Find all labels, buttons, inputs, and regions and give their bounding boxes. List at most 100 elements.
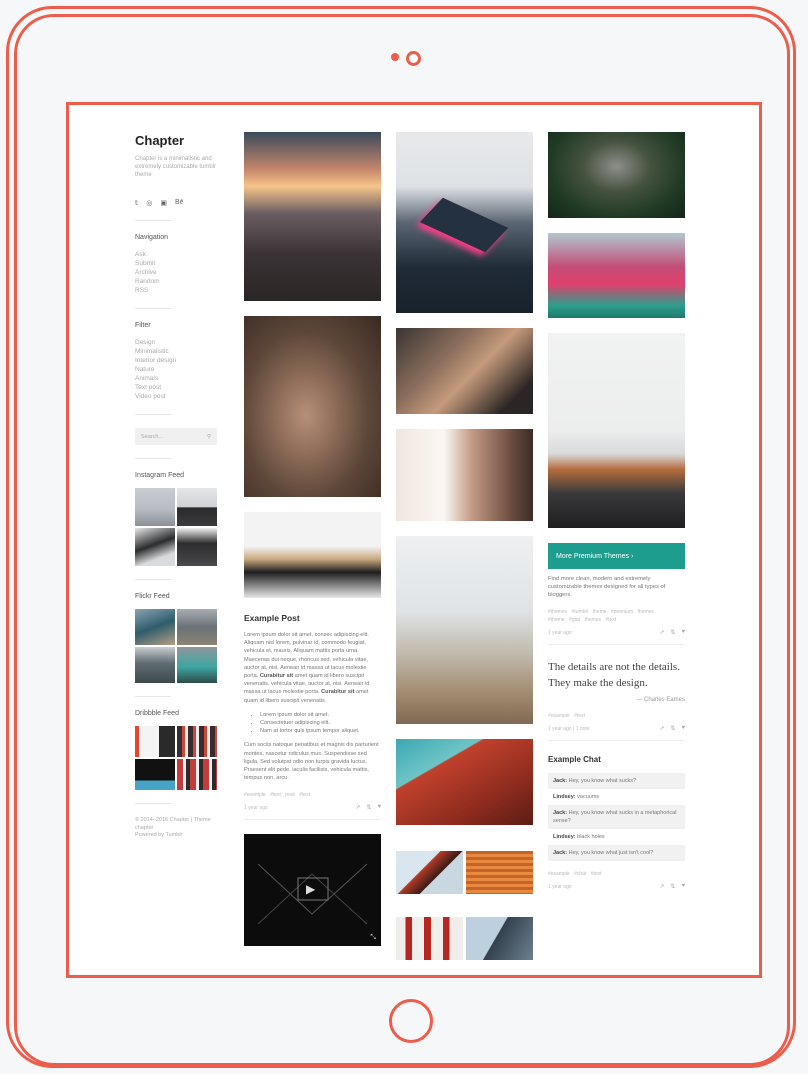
post-time[interactable]: 1 year ago | 1 note <box>548 726 590 732</box>
dribbble-thumb[interactable] <box>177 759 217 790</box>
reblog-icon[interactable]: ⇅ <box>670 725 675 732</box>
photo-post-glowing-slab[interactable] <box>396 132 533 313</box>
dribbble-thumb[interactable] <box>135 759 175 790</box>
post-meta: 1 year ago ↗ ⇅ ♥ <box>244 804 381 811</box>
heart-icon[interactable]: ♥ <box>681 883 685 890</box>
post-paragraph: Lorem ipsum dolor sit amet, consec adipi… <box>244 632 369 680</box>
instagram-icon[interactable]: ▣ <box>160 199 167 207</box>
post-bold: Curabitur sit <box>321 689 355 696</box>
divider <box>135 414 171 415</box>
blog-title[interactable]: Chapter <box>135 133 219 148</box>
fullscreen-icon[interactable]: ⤡ <box>370 934 376 942</box>
share-icon[interactable]: ↗ <box>355 804 360 811</box>
nav-link-random[interactable]: Random <box>135 277 219 286</box>
blog-description: Chapter is a minimalistic and extremely … <box>135 156 217 178</box>
share-icon[interactable]: ↗ <box>659 725 664 732</box>
premium-tags-line1[interactable]: #themes #tumblr theme #premium themes <box>548 609 685 615</box>
chat-line: Lindsey: black holes <box>548 829 685 845</box>
search-icon[interactable]: ⚲ <box>207 434 211 440</box>
share-icon[interactable]: ↗ <box>659 883 664 890</box>
photo-post-red-building[interactable] <box>396 739 533 825</box>
search-input[interactable]: Search... ⚲ <box>135 428 217 445</box>
filter-link-design[interactable]: Design <box>135 338 219 347</box>
neon-slab-shape <box>419 197 509 253</box>
photoset-image[interactable] <box>396 917 463 960</box>
post-time[interactable]: 1 year ago <box>244 805 268 811</box>
divider <box>135 579 171 580</box>
chat-title[interactable]: Example Chat <box>548 755 685 764</box>
nav-link-submit[interactable]: Submit <box>135 259 219 268</box>
tablet-screen: Chapter Chapter is a minimalistic and ex… <box>66 102 762 978</box>
twitter-icon[interactable]: 𝕥 <box>135 199 138 207</box>
chat-message: black holes <box>575 834 605 840</box>
list-item: Lorem ipsum dolor sit amet. <box>260 711 381 719</box>
share-icon[interactable]: ↗ <box>659 629 664 636</box>
premium-meta: 1 year ago ↗ ⇅ ♥ <box>548 629 685 636</box>
dribbble-thumb[interactable] <box>135 726 175 757</box>
dribbble-feed-title: Dribbble Feed <box>135 710 179 717</box>
home-button[interactable] <box>389 999 433 1043</box>
photo-post-pink-mountains[interactable] <box>548 233 685 318</box>
chat-message: Hey, you know what just isn't cool? <box>567 850 654 856</box>
filter-link-video-post[interactable]: Video post <box>135 392 219 401</box>
chat-speaker: Jack: <box>553 850 568 856</box>
dribbble-thumb[interactable] <box>177 726 217 757</box>
behance-icon[interactable]: Bē <box>175 199 184 207</box>
photo-post-interior[interactable] <box>396 536 533 724</box>
post-tags[interactable]: #example #text post #text <box>244 792 381 798</box>
instagram-thumb[interactable] <box>135 528 175 566</box>
nav-link-ask[interactable]: Ask <box>135 250 219 259</box>
instagram-thumb[interactable] <box>177 488 217 526</box>
footer-powered-by[interactable]: Powered by Tumblr <box>135 832 217 840</box>
dribbble-icon[interactable]: ◎ <box>146 199 152 207</box>
flickr-thumb[interactable] <box>177 609 217 645</box>
post-title[interactable]: Example Post <box>244 613 381 623</box>
nav-link-archive[interactable]: Archive <box>135 268 219 277</box>
chat-message: Hey, you know what sucks? <box>567 778 637 784</box>
video-post[interactable]: ▶ ⤡ <box>244 834 381 947</box>
photoset-image[interactable] <box>466 851 533 894</box>
reblog-icon[interactable]: ⇅ <box>366 804 371 811</box>
photoset-image[interactable] <box>466 917 533 960</box>
photo-post-fur-ring[interactable] <box>396 429 533 521</box>
post-actions: ↗ ⇅ ♥ <box>659 883 685 890</box>
filter-link-nature[interactable]: Nature <box>135 365 219 374</box>
reblog-icon[interactable]: ⇅ <box>670 883 675 890</box>
post-actions: ↗ ⇅ ♥ <box>659 725 685 732</box>
heart-icon[interactable]: ♥ <box>377 804 381 811</box>
instagram-thumb[interactable] <box>135 488 175 526</box>
chat-tags[interactable]: #example #chat #text <box>548 871 685 877</box>
heart-icon[interactable]: ♥ <box>681 629 685 636</box>
more-premium-themes-button[interactable]: More Premium Themes › <box>548 543 685 569</box>
post-time[interactable]: 1 year ago <box>548 884 572 890</box>
grid-column-3: More Premium Themes › Find more clean, m… <box>548 132 685 890</box>
play-icon[interactable]: ▶ <box>306 882 315 896</box>
photo-post-wrist-watch[interactable] <box>396 328 533 414</box>
photo-post-wolf[interactable] <box>548 132 685 218</box>
flickr-thumb[interactable] <box>177 647 217 683</box>
photoset-image[interactable] <box>396 851 463 894</box>
flickr-thumb[interactable] <box>135 609 175 645</box>
chat-speaker: Jack: <box>553 810 568 816</box>
heart-icon[interactable]: ♥ <box>681 725 685 732</box>
filter-link-interior-design[interactable]: Interior design <box>135 356 219 365</box>
chat-line: Jack: Hey, you know what sucks in a meta… <box>548 805 685 829</box>
divider <box>548 740 685 741</box>
photo-post-mountain-sunset[interactable] <box>244 132 381 301</box>
premium-tags-line2[interactable]: #theme #grid themes #text <box>548 617 685 623</box>
sidebar: Chapter Chapter is a minimalistic and ex… <box>135 133 219 840</box>
footer-theme-link[interactable]: chapter <box>135 825 217 833</box>
flickr-thumb[interactable] <box>135 647 175 683</box>
quote-tags[interactable]: #example #text <box>548 713 685 719</box>
filter-link-animals[interactable]: Animals <box>135 374 219 383</box>
photo-post-watch-box[interactable] <box>244 512 381 598</box>
nav-link-rss[interactable]: RSS <box>135 286 219 295</box>
instagram-thumb[interactable] <box>177 528 217 566</box>
filter-link-text-post[interactable]: Text post <box>135 383 219 392</box>
filter-link-minimalistic[interactable]: Minimalistic <box>135 347 219 356</box>
reblog-icon[interactable]: ⇅ <box>670 629 675 636</box>
photo-set-post <box>396 851 533 960</box>
photo-post-deer-bird[interactable] <box>244 316 381 497</box>
photo-post-dog-bed[interactable] <box>548 333 685 528</box>
post-time[interactable]: 1 year ago <box>548 630 572 636</box>
